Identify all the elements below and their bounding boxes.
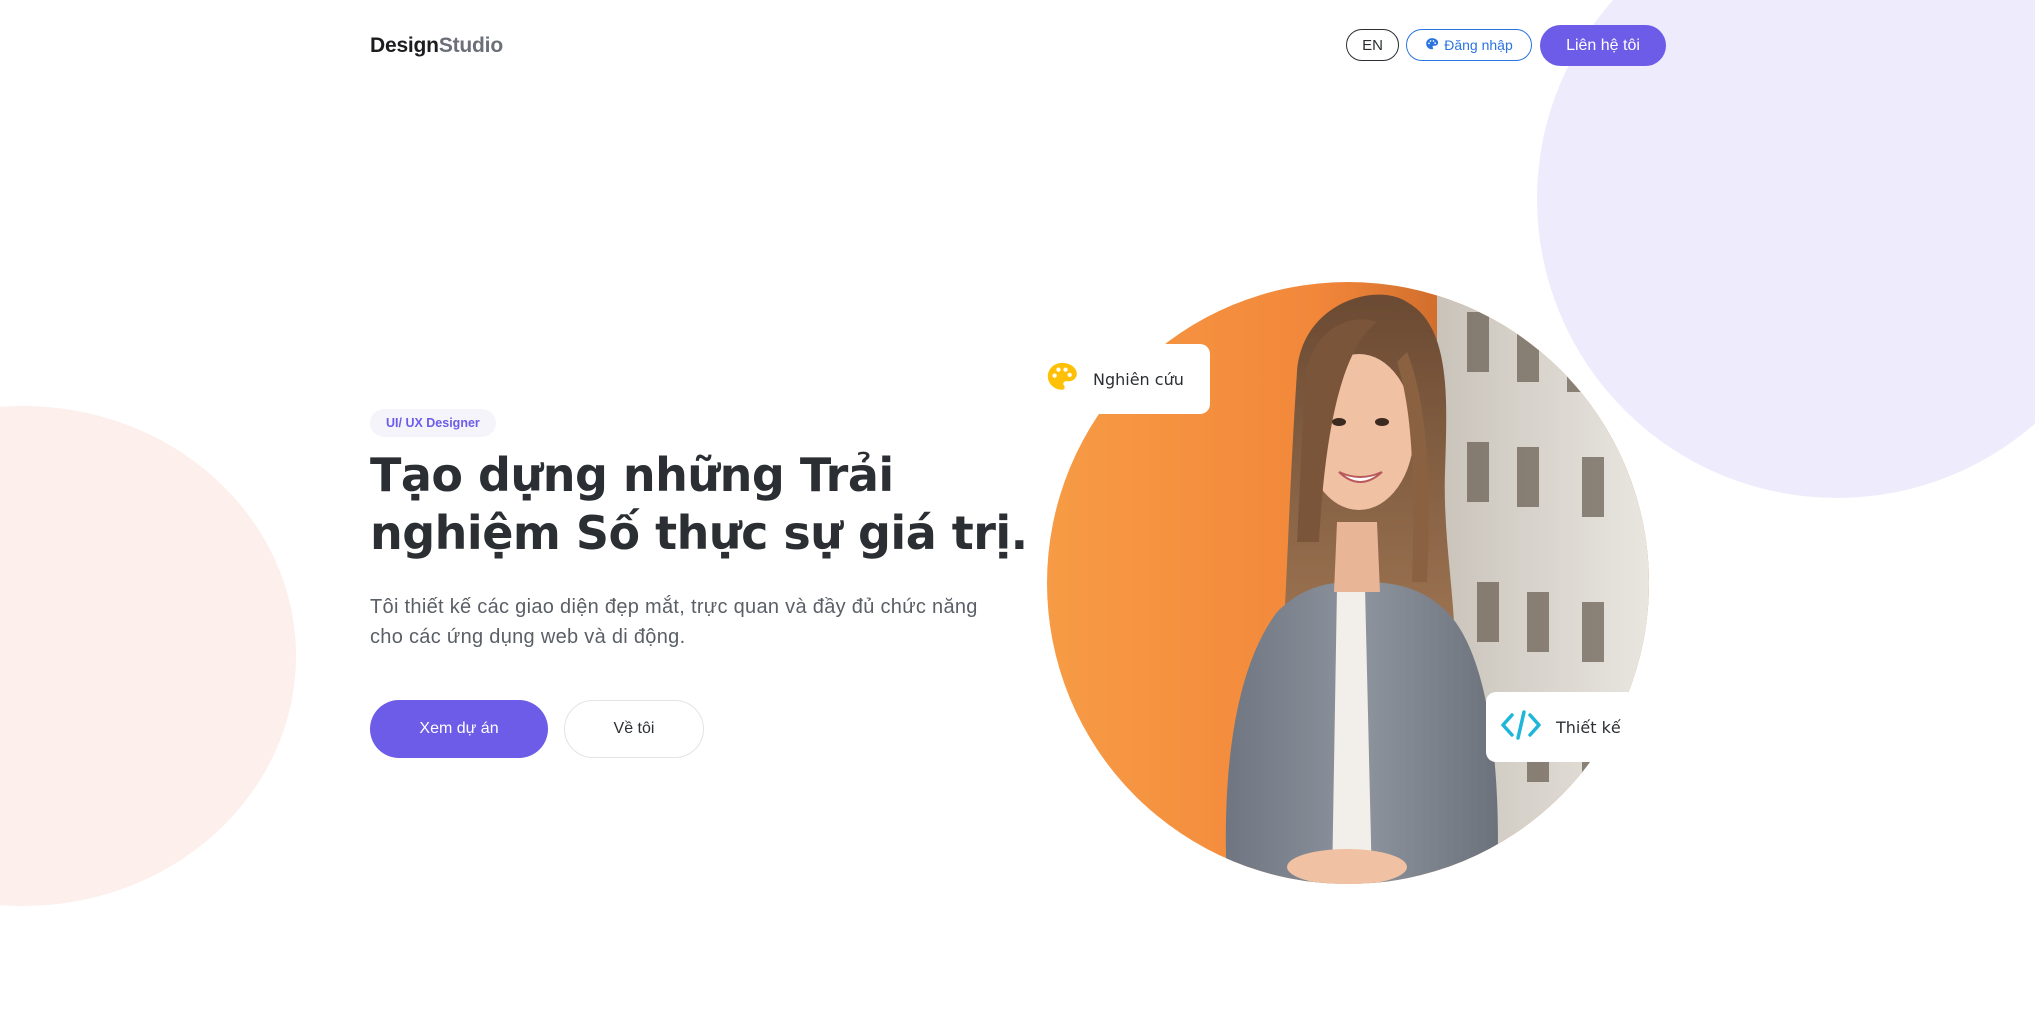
hero-headline-line2: nghiệm Số thực sự giá trị. — [370, 506, 1028, 560]
code-icon — [1500, 709, 1542, 745]
hero-description: Tôi thiết kế các giao diện đẹp mắt, trực… — [370, 592, 1010, 652]
design-card-label: Thiết kế — [1556, 717, 1621, 737]
login-button-label: Đăng nhập — [1444, 37, 1513, 53]
hero-headline: Tạo dựng những Trải nghiệm Số thực sự gi… — [370, 446, 1030, 562]
research-card: Nghiên cứu — [1033, 344, 1210, 414]
decorative-circle-lavender — [1537, 0, 2035, 498]
palette-icon — [1045, 360, 1079, 398]
language-button[interactable]: EN — [1346, 29, 1399, 61]
hero-headline-line1: Tạo dựng những Trải — [370, 448, 894, 502]
design-card: Thiết kế — [1486, 692, 1638, 762]
page: DesignStudio EN Đăng nhập Liên hệ tôi UI… — [0, 0, 2035, 1009]
research-card-label: Nghiên cứu — [1093, 369, 1184, 389]
decorative-circle-pink — [0, 406, 296, 906]
brand-logo[interactable]: DesignStudio — [370, 34, 503, 58]
brand-name-primary: Design — [370, 34, 439, 57]
role-badge: UI/ UX Designer — [370, 409, 496, 437]
login-button[interactable]: Đăng nhập — [1406, 29, 1532, 61]
view-projects-button[interactable]: Xem dự án — [370, 700, 548, 758]
brand-name-secondary: Studio — [438, 34, 503, 57]
about-me-button[interactable]: Về tôi — [564, 700, 704, 758]
hero-description-line1: Tôi thiết kế các giao diện đẹp mắt, trực… — [370, 596, 978, 618]
hero-description-line2: cho các ứng dụng web và di động. — [370, 626, 686, 648]
contact-button[interactable]: Liên hệ tôi — [1540, 25, 1666, 66]
palette-icon — [1425, 37, 1439, 54]
